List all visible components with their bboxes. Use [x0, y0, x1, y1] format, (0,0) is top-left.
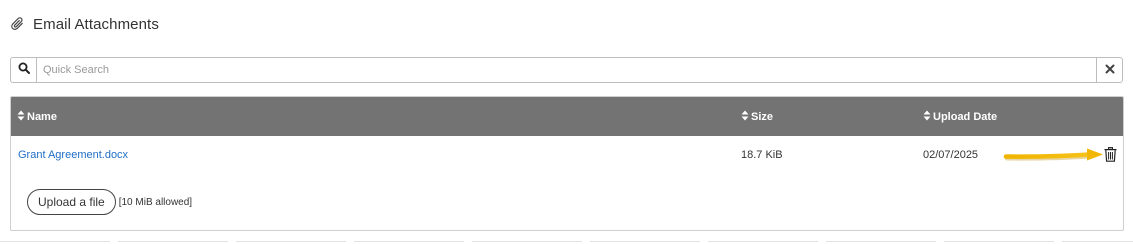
upload-size-limit: [10 MiB allowed]	[118, 196, 193, 208]
attachments-table: Name Size Upload Date Grant Agreement.do…	[10, 96, 1124, 231]
column-label: Name	[27, 110, 57, 123]
section-title: Email Attachments	[33, 15, 159, 33]
upload-file-button[interactable]: Upload a file	[27, 189, 116, 215]
column-label: Size	[751, 110, 774, 123]
sort-icon	[741, 110, 749, 124]
search-button[interactable]	[11, 58, 37, 82]
close-icon	[1105, 61, 1115, 79]
table-row: Grant Agreement.docx 18.7 KiB 02/07/2025	[11, 136, 1123, 173]
quick-search-input[interactable]	[37, 58, 1096, 82]
column-header-size[interactable]: Size	[741, 97, 773, 136]
attachment-file-link[interactable]: Grant Agreement.docx	[18, 136, 128, 173]
attachment-upload-date: 02/07/2025	[923, 148, 979, 161]
trash-icon[interactable]	[1104, 147, 1117, 165]
attachment-size: 18.7 KiB	[741, 148, 783, 161]
column-header-upload-date[interactable]: Upload Date	[923, 97, 997, 136]
divider	[0, 241, 1133, 242]
quick-search-bar	[10, 57, 1123, 83]
section-header: Email Attachments	[11, 13, 159, 35]
search-icon	[18, 61, 30, 79]
upload-area: Upload a file [10 MiB allowed]	[27, 189, 192, 215]
sort-icon	[923, 110, 931, 124]
table-header: Name Size Upload Date	[11, 97, 1123, 136]
paperclip-icon	[11, 16, 25, 32]
column-label: Upload Date	[933, 110, 998, 123]
clear-search-button[interactable]	[1096, 58, 1122, 82]
column-header-name[interactable]: Name	[17, 97, 57, 136]
arrow-right-icon	[1003, 147, 1105, 166]
sort-icon	[17, 110, 25, 124]
